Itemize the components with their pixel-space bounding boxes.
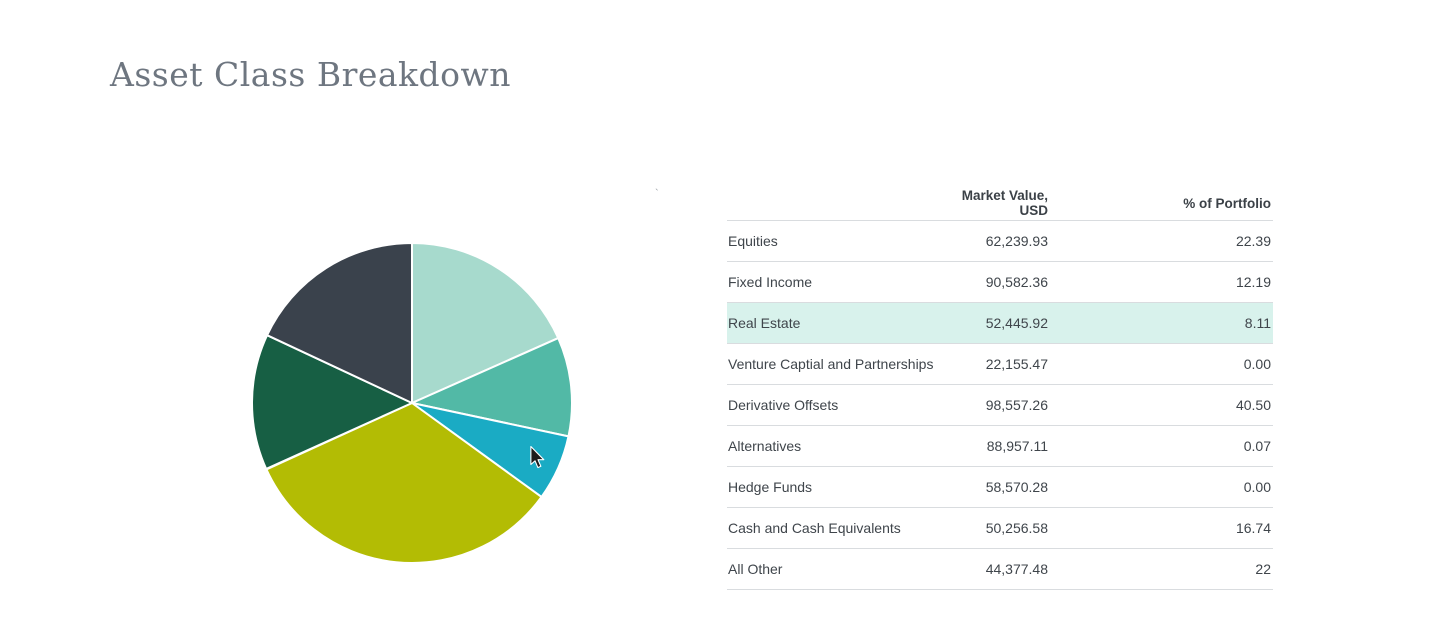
row-market-value: 58,570.28 [938,479,1048,495]
row-label: Derivative Offsets [727,397,938,413]
row-percent: 22 [1048,561,1273,577]
table-row-fixed-income[interactable]: Fixed Income90,582.3612.19 [727,262,1273,303]
row-market-value: 90,582.36 [938,274,1048,290]
row-label: Equities [727,233,938,249]
table-row-venture-captial-and-partnerships[interactable]: Venture Captial and Partnerships22,155.4… [727,344,1273,385]
row-label: Venture Captial and Partnerships [727,356,938,372]
table-row-real-estate[interactable]: Real Estate52,445.928.11 [727,303,1273,344]
table-row-equities[interactable]: Equities62,239.9322.39 [727,221,1273,262]
row-market-value: 88,957.11 [938,438,1048,454]
table-row-all-other[interactable]: All Other44,377.4822 [727,549,1273,590]
asset-class-table: Market Value, USD % of Portfolio Equitie… [727,186,1273,590]
row-label: Alternatives [727,438,938,454]
row-label: All Other [727,561,938,577]
row-market-value: 52,445.92 [938,315,1048,331]
row-market-value: 98,557.26 [938,397,1048,413]
asset-class-pie-chart[interactable] [242,233,582,573]
row-percent: 22.39 [1048,233,1273,249]
row-market-value: 62,239.93 [938,233,1048,249]
row-percent: 0.07 [1048,438,1273,454]
table-row-alternatives[interactable]: Alternatives88,957.110.07 [727,426,1273,467]
row-percent: 8.11 [1048,315,1273,331]
row-market-value: 44,377.48 [938,561,1048,577]
row-percent: 40.50 [1048,397,1273,413]
row-percent: 0.00 [1048,356,1273,372]
table-row-derivative-offsets[interactable]: Derivative Offsets98,557.2640.50 [727,385,1273,426]
stray-mark: ` [655,188,659,200]
table-row-cash-and-cash-equivalents[interactable]: Cash and Cash Equivalents50,256.5816.74 [727,508,1273,549]
col-header-pct-of-portfolio: % of Portfolio [1048,196,1273,211]
row-label: Fixed Income [727,274,938,290]
row-label: Hedge Funds [727,479,938,495]
row-market-value: 22,155.47 [938,356,1048,372]
row-label: Cash and Cash Equivalents [727,520,938,536]
row-label: Real Estate [727,315,938,331]
row-percent: 12.19 [1048,274,1273,290]
page-title: Asset Class Breakdown [110,55,511,95]
table-body: Equities62,239.9322.39Fixed Income90,582… [727,221,1273,590]
table-row-hedge-funds[interactable]: Hedge Funds58,570.280.00 [727,467,1273,508]
col-header-market-value: Market Value, USD [938,188,1048,218]
table-header-row: Market Value, USD % of Portfolio [727,186,1273,221]
row-market-value: 50,256.58 [938,520,1048,536]
row-percent: 16.74 [1048,520,1273,536]
row-percent: 0.00 [1048,479,1273,495]
